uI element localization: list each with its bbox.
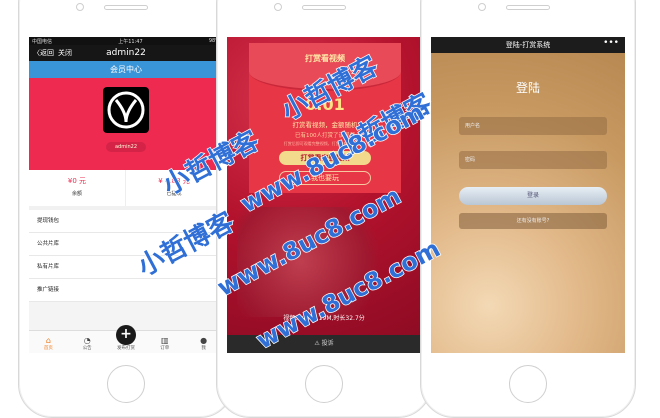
nav-bar: 登陆-打赏系统 ••• xyxy=(431,37,625,53)
balance-label: 余额 xyxy=(71,191,82,197)
phone-mockup-member-center: 中国电信 上午11:47 98% 〈返回 关闭 admin22 会员中心 adm… xyxy=(18,0,234,418)
tab-label: 发布打赏 xyxy=(116,346,135,351)
tab-label: 公告 xyxy=(82,346,92,351)
withdrawn-cell[interactable]: ¥ 4.88 元 已提现 xyxy=(126,170,223,206)
login-screen: 登陆-打赏系统 ••• 登陆 用户名 密码 登录 还有没有账号? xyxy=(431,37,625,353)
avatar xyxy=(103,87,149,133)
speaker-grille xyxy=(506,5,550,10)
balance-row: ¥0 元 余额 ¥ 4.88 元 已提现 xyxy=(29,170,223,210)
login-heading: 登陆 xyxy=(515,81,540,95)
home-button xyxy=(305,365,343,403)
reward-desc-3: 打赏后即可观看完整视频，打赏金额不超过3元 xyxy=(283,141,367,146)
bottom-tab-bar: ⌂ 首页 ◔ 公告 + 发布打赏 ▥ 订单 ● 我 xyxy=(29,325,223,353)
reward-desc-1: 打赏看视频，金额随机 xyxy=(292,121,358,129)
withdrawn-label: 已提现 xyxy=(166,191,182,197)
nav-title: 登陆-打赏系统 xyxy=(505,41,551,49)
bell-icon: ◔ xyxy=(83,336,91,345)
carrier-label: 中国电信 xyxy=(32,38,53,45)
tab-publish[interactable]: + 发布打赏 xyxy=(111,325,141,353)
back-button[interactable]: 〈返回 xyxy=(29,48,54,58)
profile-banner: admin22 xyxy=(29,78,223,170)
front-camera xyxy=(274,3,282,11)
tab-notice[interactable]: ◔ 公告 xyxy=(72,336,102,353)
watch-full-video-button[interactable]: 打赏看完整视频 xyxy=(279,151,371,165)
phone-mockup-login: 登陆-打赏系统 ••• 登陆 用户名 密码 登录 还有没有账号? xyxy=(420,0,636,418)
user-icon: ● xyxy=(200,336,208,345)
envelope-title: 打赏看视频 xyxy=(305,54,345,63)
balance-cell[interactable]: ¥0 元 余额 xyxy=(29,170,126,206)
menu-item-private-library[interactable]: 私有片库 xyxy=(29,256,223,279)
home-button xyxy=(107,365,145,403)
login-button[interactable]: 登录 xyxy=(459,187,607,205)
member-center-screen: 中国电信 上午11:47 98% 〈返回 关闭 admin22 会员中心 adm… xyxy=(29,37,223,353)
clock-label: 上午11:47 xyxy=(118,38,143,45)
flower-decoration xyxy=(237,207,397,317)
password-input[interactable]: 密码 xyxy=(459,151,607,169)
speaker-grille xyxy=(104,5,148,10)
nav-bar: 〈返回 关闭 admin22 xyxy=(29,45,223,61)
video-info: 视频大小 18.19M,时长32.7分 xyxy=(283,315,365,322)
tab-label: 订单 xyxy=(160,346,170,351)
menu-item-wallet[interactable]: 提现钱包 xyxy=(29,210,223,233)
withdrawn-value: ¥ 4.88 元 xyxy=(158,177,190,185)
menu-item-public-library[interactable]: 公共片库 xyxy=(29,233,223,256)
close-button[interactable]: 关闭 xyxy=(58,48,72,58)
plus-icon: + xyxy=(115,325,136,345)
register-link[interactable]: 还有没有账号? xyxy=(459,213,607,229)
member-menu: 提现钱包 公共片库 私有片库 推广链接 xyxy=(29,210,223,302)
member-center-header: 会员中心 xyxy=(29,61,223,78)
status-bar: 中国电信 上午11:47 98% xyxy=(29,37,223,45)
front-camera xyxy=(478,3,486,11)
phone-mockup-reward-video: 打赏看视频 0.01 打赏看视频，金额随机 已有100人打赏了该视频 打赏后即可… xyxy=(216,0,432,418)
home-button xyxy=(509,365,547,403)
home-icon: ⌂ xyxy=(45,336,51,345)
report-button[interactable]: ⚠ 投诉 xyxy=(227,335,421,353)
reward-video-screen: 打赏看视频 0.01 打赏看视频，金额随机 已有100人打赏了该视频 打赏后即可… xyxy=(227,37,421,353)
tab-label: 我 xyxy=(201,346,206,351)
y-logo-icon xyxy=(107,91,145,129)
username-input[interactable]: 用户名 xyxy=(459,117,607,135)
tab-label: 首页 xyxy=(43,346,53,351)
envelope-flap xyxy=(249,43,401,91)
red-envelope-card: 打赏看视频 0.01 打赏看视频，金额随机 已有100人打赏了该视频 打赏后即可… xyxy=(249,43,401,193)
balance-value: ¥0 元 xyxy=(67,177,87,185)
tab-orders[interactable]: ▥ 订单 xyxy=(150,336,180,353)
reward-amount: 0.01 xyxy=(305,95,345,114)
tab-home[interactable]: ⌂ 首页 xyxy=(33,336,63,353)
username-badge: admin22 xyxy=(106,142,146,152)
speaker-grille xyxy=(302,5,346,10)
tab-me[interactable]: ● 我 xyxy=(189,336,219,353)
chart-icon: ▥ xyxy=(161,336,169,345)
menu-item-promo-link[interactable]: 推广链接 xyxy=(29,279,223,302)
i-want-to-play-button[interactable]: 我也要玩 xyxy=(279,171,371,185)
more-icon[interactable]: ••• xyxy=(603,38,619,48)
reward-desc-2: 已有100人打赏了该视频 xyxy=(295,133,355,139)
front-camera xyxy=(76,3,84,11)
